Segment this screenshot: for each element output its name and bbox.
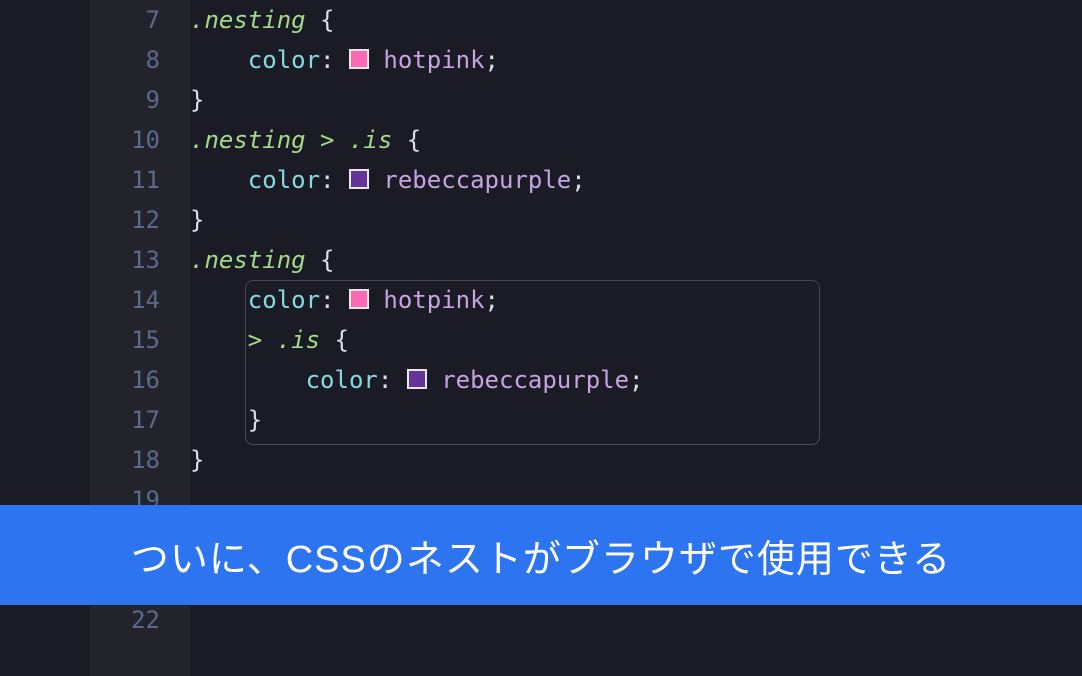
line-number: 13 bbox=[0, 240, 190, 280]
line-number: 11 bbox=[0, 160, 190, 200]
line-number: 8 bbox=[0, 40, 190, 80]
token-selector: .nesting bbox=[190, 126, 320, 154]
banner-text: ついに、CSSのネストがブラウザで使用できる bbox=[131, 528, 951, 583]
line-number: 15 bbox=[0, 320, 190, 360]
token-value: hotpink bbox=[369, 46, 485, 74]
color-swatch-icon bbox=[407, 369, 427, 389]
token-punct: ; bbox=[571, 166, 585, 194]
token-value: rebeccapurple bbox=[427, 366, 629, 394]
token-punct: ; bbox=[629, 366, 643, 394]
token-selector: .nesting bbox=[190, 6, 320, 34]
line-number: 22 bbox=[0, 600, 190, 640]
line-number: 14 bbox=[0, 280, 190, 320]
token-operator: > bbox=[248, 326, 277, 354]
code-line[interactable]: color: hotpink; bbox=[190, 40, 1082, 80]
token-property: color bbox=[248, 46, 320, 74]
line-number: 18 bbox=[0, 440, 190, 480]
token-brace: } bbox=[190, 446, 204, 474]
line-number: 17 bbox=[0, 400, 190, 440]
token-selector: .is bbox=[349, 126, 407, 154]
token-brace: } bbox=[190, 86, 204, 114]
token-brace: { bbox=[320, 6, 334, 34]
code-line[interactable]: color: rebeccapurple; bbox=[190, 360, 1082, 400]
code-line[interactable]: color: hotpink; bbox=[190, 280, 1082, 320]
token-punct: : bbox=[320, 166, 349, 194]
token-punct: ; bbox=[485, 46, 499, 74]
code-line[interactable]: } bbox=[190, 440, 1082, 480]
code-line[interactable]: > .is { bbox=[190, 320, 1082, 360]
token-punct: : bbox=[320, 286, 349, 314]
token-brace: { bbox=[335, 326, 349, 354]
code-line[interactable]: } bbox=[190, 400, 1082, 440]
announcement-banner: ついに、CSSのネストがブラウザで使用できる bbox=[0, 505, 1082, 605]
token-brace: } bbox=[190, 206, 204, 234]
token-brace: { bbox=[407, 126, 421, 154]
token-brace: { bbox=[320, 246, 334, 274]
token-value: hotpink bbox=[369, 286, 485, 314]
code-line[interactable]: .nesting { bbox=[190, 240, 1082, 280]
token-selector: .is bbox=[277, 326, 335, 354]
color-swatch-icon bbox=[349, 169, 369, 189]
token-punct: : bbox=[320, 46, 349, 74]
token-punct: ; bbox=[485, 286, 499, 314]
token-property: color bbox=[248, 166, 320, 194]
token-value: rebeccapurple bbox=[369, 166, 571, 194]
line-number: 10 bbox=[0, 120, 190, 160]
code-line[interactable]: } bbox=[190, 200, 1082, 240]
code-line[interactable]: } bbox=[190, 80, 1082, 120]
color-swatch-icon bbox=[349, 289, 369, 309]
line-number: 16 bbox=[0, 360, 190, 400]
token-punct: : bbox=[378, 366, 407, 394]
code-line[interactable] bbox=[190, 600, 1082, 640]
line-number: 7 bbox=[0, 0, 190, 40]
token-operator: > bbox=[320, 126, 349, 154]
token-property: color bbox=[306, 366, 378, 394]
token-selector: .nesting bbox=[190, 246, 320, 274]
code-line[interactable]: .nesting > .is { bbox=[190, 120, 1082, 160]
color-swatch-icon bbox=[349, 49, 369, 69]
line-number: 9 bbox=[0, 80, 190, 120]
line-number: 12 bbox=[0, 200, 190, 240]
code-line[interactable]: color: rebeccapurple; bbox=[190, 160, 1082, 200]
code-line[interactable]: .nesting { bbox=[190, 0, 1082, 40]
token-brace: } bbox=[248, 406, 262, 434]
token-property: color bbox=[248, 286, 320, 314]
